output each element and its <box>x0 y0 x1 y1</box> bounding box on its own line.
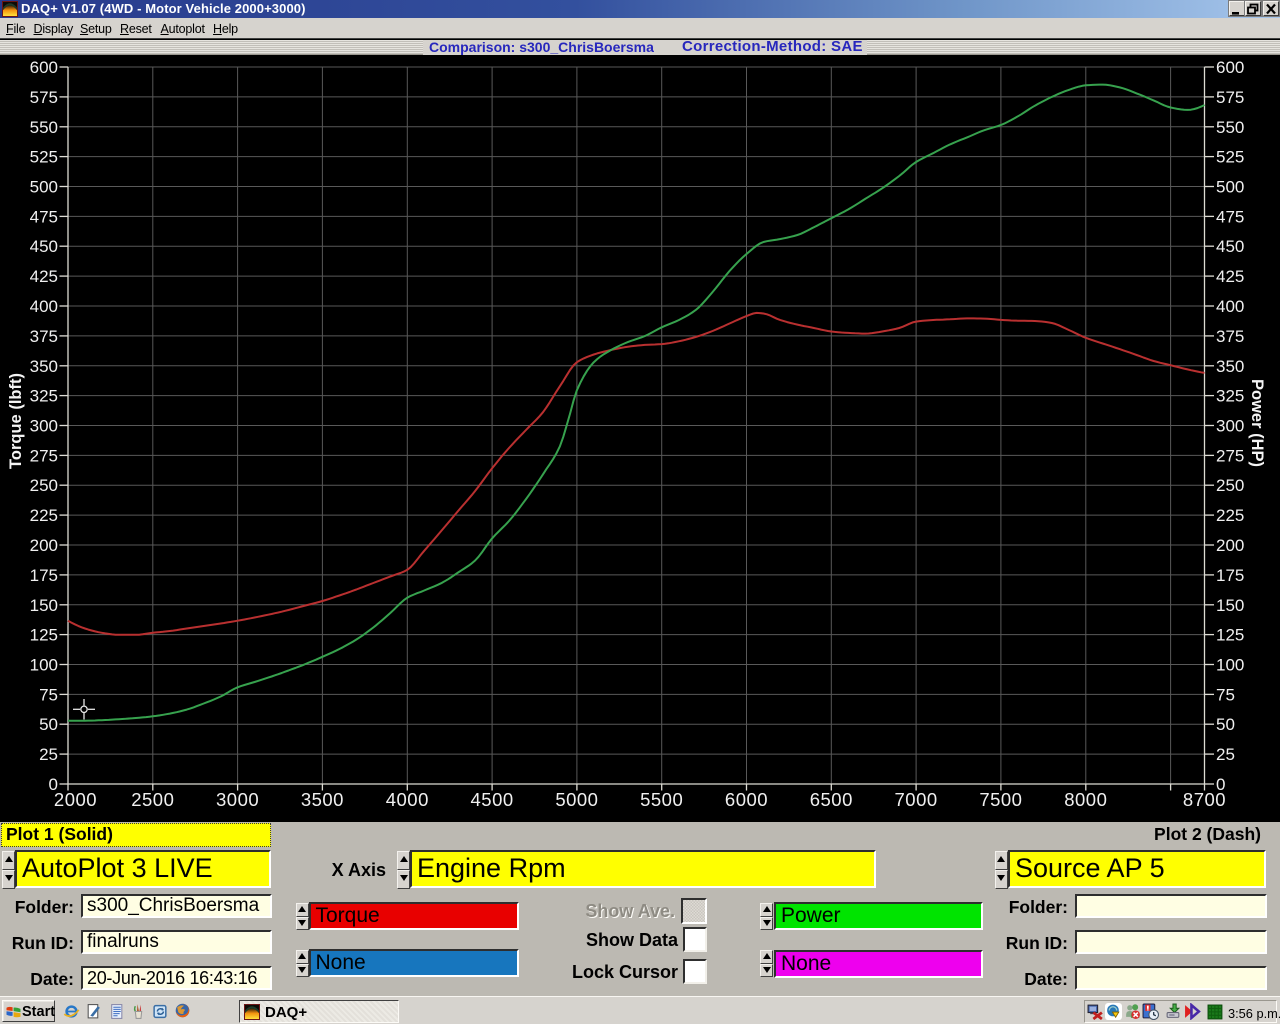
svg-text:225: 225 <box>30 506 58 525</box>
svg-text:250: 250 <box>1216 476 1244 495</box>
svg-text:50: 50 <box>39 715 58 734</box>
svg-text:350: 350 <box>30 357 58 376</box>
svg-text:25: 25 <box>39 745 58 764</box>
svg-text:475: 475 <box>1216 207 1244 226</box>
svg-text:525: 525 <box>30 148 58 167</box>
svg-text:525: 525 <box>1216 148 1244 167</box>
svg-text:6000: 6000 <box>725 789 768 810</box>
svg-text:450: 450 <box>1216 237 1244 256</box>
svg-text:125: 125 <box>30 626 58 645</box>
svg-text:375: 375 <box>30 327 58 346</box>
svg-text:550: 550 <box>1216 118 1244 137</box>
svg-text:400: 400 <box>30 297 58 316</box>
svg-text:250: 250 <box>30 476 58 495</box>
svg-text:475: 475 <box>30 207 58 226</box>
svg-text:7500: 7500 <box>979 789 1022 810</box>
svg-text:2500: 2500 <box>131 789 174 810</box>
svg-text:Torque (lbft): Torque (lbft) <box>7 373 25 469</box>
svg-text:3500: 3500 <box>301 789 344 810</box>
svg-text:3000: 3000 <box>216 789 259 810</box>
svg-text:550: 550 <box>30 118 58 137</box>
svg-text:300: 300 <box>30 417 58 436</box>
svg-text:500: 500 <box>30 178 58 197</box>
svg-text:150: 150 <box>30 596 58 615</box>
svg-text:200: 200 <box>1216 536 1244 555</box>
svg-text:150: 150 <box>1216 596 1244 615</box>
svg-text:4000: 4000 <box>386 789 429 810</box>
svg-text:325: 325 <box>1216 387 1244 406</box>
svg-text:400: 400 <box>1216 297 1244 316</box>
svg-text:200: 200 <box>30 536 58 555</box>
svg-text:275: 275 <box>30 446 58 465</box>
svg-text:375: 375 <box>1216 327 1244 346</box>
svg-text:8700: 8700 <box>1183 789 1226 810</box>
svg-text:500: 500 <box>1216 178 1244 197</box>
svg-text:175: 175 <box>1216 566 1244 585</box>
svg-text:125: 125 <box>1216 626 1244 645</box>
svg-text:275: 275 <box>1216 446 1244 465</box>
svg-text:50: 50 <box>1216 715 1235 734</box>
svg-text:25: 25 <box>1216 745 1235 764</box>
svg-text:4500: 4500 <box>471 789 514 810</box>
svg-text:600: 600 <box>30 58 58 77</box>
svg-text:425: 425 <box>30 267 58 286</box>
svg-text:575: 575 <box>1216 88 1244 107</box>
svg-text:8000: 8000 <box>1064 789 1107 810</box>
svg-text:600: 600 <box>1216 58 1244 77</box>
svg-text:425: 425 <box>1216 267 1244 286</box>
svg-text:325: 325 <box>30 387 58 406</box>
svg-text:7000: 7000 <box>895 789 938 810</box>
svg-text:5500: 5500 <box>640 789 683 810</box>
svg-text:75: 75 <box>39 685 58 704</box>
svg-text:2000: 2000 <box>54 789 97 810</box>
svg-text:175: 175 <box>30 566 58 585</box>
svg-text:5000: 5000 <box>555 789 598 810</box>
svg-text:450: 450 <box>30 237 58 256</box>
svg-text:6500: 6500 <box>810 789 853 810</box>
svg-text:575: 575 <box>30 88 58 107</box>
svg-text:75: 75 <box>1216 685 1235 704</box>
svg-text:300: 300 <box>1216 417 1244 436</box>
svg-text:225: 225 <box>1216 506 1244 525</box>
svg-text:350: 350 <box>1216 357 1244 376</box>
svg-text:Power (HP): Power (HP) <box>1248 379 1266 467</box>
svg-text:100: 100 <box>30 656 58 675</box>
svg-text:100: 100 <box>1216 656 1244 675</box>
